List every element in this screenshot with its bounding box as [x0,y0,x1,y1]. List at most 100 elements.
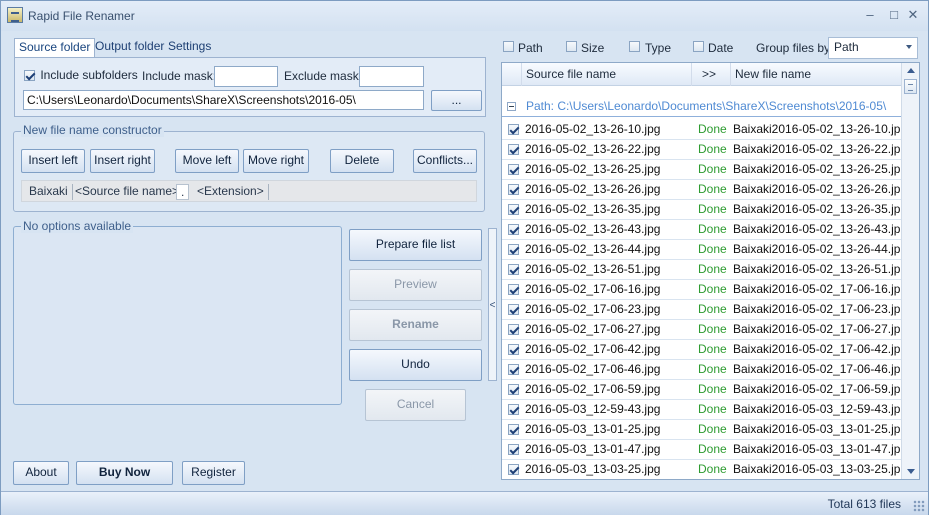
table-row[interactable]: 2016-05-02_13-26-43.jpg Done Baixaki2016-0… [502,220,907,240]
row-checkbox[interactable] [508,204,519,215]
source-file-name-cell: 2016-05-03_13-01-47.jpg [525,442,661,456]
row-checkbox[interactable] [508,144,519,155]
table-row[interactable]: 2016-05-02_17-06-23.jpg Done Baixaki2016-0… [502,300,907,320]
folder-path-input[interactable]: C:\Users\Leonardo\Documents\ShareX\Scree… [23,90,424,110]
type-filter-label: Type [645,41,672,55]
include-subfolders-checkbox[interactable]: Include subfolders [24,68,138,82]
delete-button[interactable]: Delete [330,149,394,173]
tab-settings[interactable]: Settings [164,38,215,57]
new-file-name-cell: Baixaki2016-05-02_13-26-51.jpg [733,262,908,276]
status-cell: Done [698,302,727,316]
size-filter-label: Size [581,41,605,55]
source-file-name-cell: 2016-05-03_13-03-25.jpg [525,462,661,476]
table-row[interactable]: 2016-05-02_13-26-10.jpg Done Baixaki2016-0… [502,120,907,140]
new-file-name-cell: Baixaki2016-05-03_13-01-25.jpg [733,422,908,436]
row-checkbox[interactable] [508,304,519,315]
undo-button[interactable]: Undo [349,349,482,381]
token-dot[interactable]: . [176,184,190,200]
table-row[interactable]: 2016-05-02_13-26-44.jpg Done Baixaki2016-0… [502,240,907,260]
table-row[interactable]: 2016-05-02_17-06-42.jpg Done Baixaki2016-0… [502,340,907,360]
source-file-name-cell: 2016-05-03_12-59-43.jpg [525,402,661,416]
include-mask-input[interactable] [214,66,278,87]
rename-button[interactable]: Rename [349,309,482,341]
about-button[interactable]: About [13,461,69,485]
exclude-mask-input[interactable] [359,66,424,87]
header-arrow[interactable]: >> [698,63,729,86]
table-row[interactable]: 2016-05-02_17-06-59.jpg Done Baixaki2016-0… [502,380,907,400]
insert-right-button[interactable]: Insert right [90,149,155,173]
row-checkbox[interactable] [508,224,519,235]
status-cell: Done [698,142,727,156]
table-row[interactable]: 2016-05-02_13-26-51.jpg Done Baixaki2016-0… [502,260,907,280]
date-filter-checkbox[interactable] [693,41,704,52]
buy-now-button[interactable]: Buy Now [76,461,173,485]
path-group-row[interactable]: Path: C:\Users\Leonardo\Documents\ShareX… [502,97,901,117]
row-checkbox[interactable] [508,444,519,455]
row-checkbox[interactable] [508,404,519,415]
row-checkbox[interactable] [508,424,519,435]
table-row[interactable]: 2016-05-02_17-06-27.jpg Done Baixaki2016-0… [502,320,907,340]
header-source-file-name[interactable]: Source file name [521,63,692,86]
row-checkbox[interactable] [508,384,519,395]
row-checkbox[interactable] [508,344,519,355]
app-icon [7,7,23,23]
table-row[interactable]: 2016-05-03_13-01-25.jpg Done Baixaki2016-0… [502,420,907,440]
token-source-file-name[interactable]: <Source file name> [71,184,185,200]
scroll-up-icon[interactable] [907,68,915,73]
conflicts-button[interactable]: Conflicts... [413,149,477,173]
cancel-button[interactable]: Cancel [365,389,466,421]
collapse-minus-icon[interactable] [507,102,516,111]
insert-left-button[interactable]: Insert left [21,149,85,173]
register-button[interactable]: Register [182,461,245,485]
row-checkbox[interactable] [508,264,519,275]
minimize-icon[interactable]: – [861,7,879,23]
tab-source-folder[interactable]: Source folder [14,38,96,57]
table-row[interactable]: 2016-05-03_13-03-25.jpg Done Baixaki2016-0… [502,460,907,479]
include-subfolders-check-icon[interactable] [24,70,35,82]
new-file-name-cell: Baixaki2016-05-02_13-26-43.jpg [733,222,908,236]
size-filter-checkbox[interactable] [566,41,577,52]
new-file-name-cell: Baixaki2016-05-02_13-26-26.jpg [733,182,908,196]
new-file-name-cell: Baixaki2016-05-02_13-26-10.jpg [733,122,908,136]
row-checkbox[interactable] [508,124,519,135]
row-checkbox[interactable] [508,364,519,375]
table-row[interactable]: 2016-05-02_17-06-16.jpg Done Baixaki2016-0… [502,280,907,300]
close-icon[interactable]: ✕ [904,7,922,23]
table-row[interactable]: 2016-05-02_17-06-46.jpg Done Baixaki2016-0… [502,360,907,380]
tab-output-folder[interactable]: Output folder [91,38,168,57]
row-checkbox[interactable] [508,184,519,195]
row-checkbox[interactable] [508,324,519,335]
table-row[interactable]: 2016-05-02_13-26-25.jpg Done Baixaki2016-0… [502,160,907,180]
maximize-icon[interactable]: □ [885,7,903,23]
move-left-button[interactable]: Move left [175,149,239,173]
type-filter-checkbox[interactable] [629,41,640,52]
source-file-name-cell: 2016-05-02_17-06-59.jpg [525,382,661,396]
source-folder-panel: Include subfolders Include mask: Exclude… [14,57,486,117]
scroll-thumb[interactable] [904,79,917,94]
row-checkbox[interactable] [508,244,519,255]
header-new-file-name[interactable]: New file name [730,63,901,86]
file-list-scrollbar[interactable] [901,63,919,479]
group-by-select[interactable]: Path [828,37,918,59]
status-cell: Done [698,382,727,396]
collapse-panel-button[interactable]: < [488,228,497,381]
token-prefix[interactable]: Baixaki [25,184,73,200]
status-cell: Done [698,262,727,276]
table-row[interactable]: 2016-05-02_13-26-26.jpg Done Baixaki2016-0… [502,180,907,200]
row-checkbox[interactable] [508,164,519,175]
group-by-label: Group files by [756,41,831,55]
table-row[interactable]: 2016-05-02_13-26-35.jpg Done Baixaki2016-0… [502,200,907,220]
prepare-file-list-button[interactable]: Prepare file list [349,229,482,261]
table-row[interactable]: 2016-05-02_13-26-22.jpg Done Baixaki2016-0… [502,140,907,160]
token-extension[interactable]: <Extension> [193,184,269,200]
table-row[interactable]: 2016-05-03_13-01-47.jpg Done Baixaki2016-0… [502,440,907,460]
row-checkbox[interactable] [508,464,519,475]
path-filter-checkbox[interactable] [503,41,514,52]
scroll-down-icon[interactable] [907,469,915,474]
move-right-button[interactable]: Move right [243,149,309,173]
row-checkbox[interactable] [508,284,519,295]
resize-grip-icon[interactable] [913,500,925,512]
browse-button[interactable]: ... [431,90,482,111]
table-row[interactable]: 2016-05-03_12-59-43.jpg Done Baixaki2016-0… [502,400,907,420]
preview-button[interactable]: Preview [349,269,482,301]
